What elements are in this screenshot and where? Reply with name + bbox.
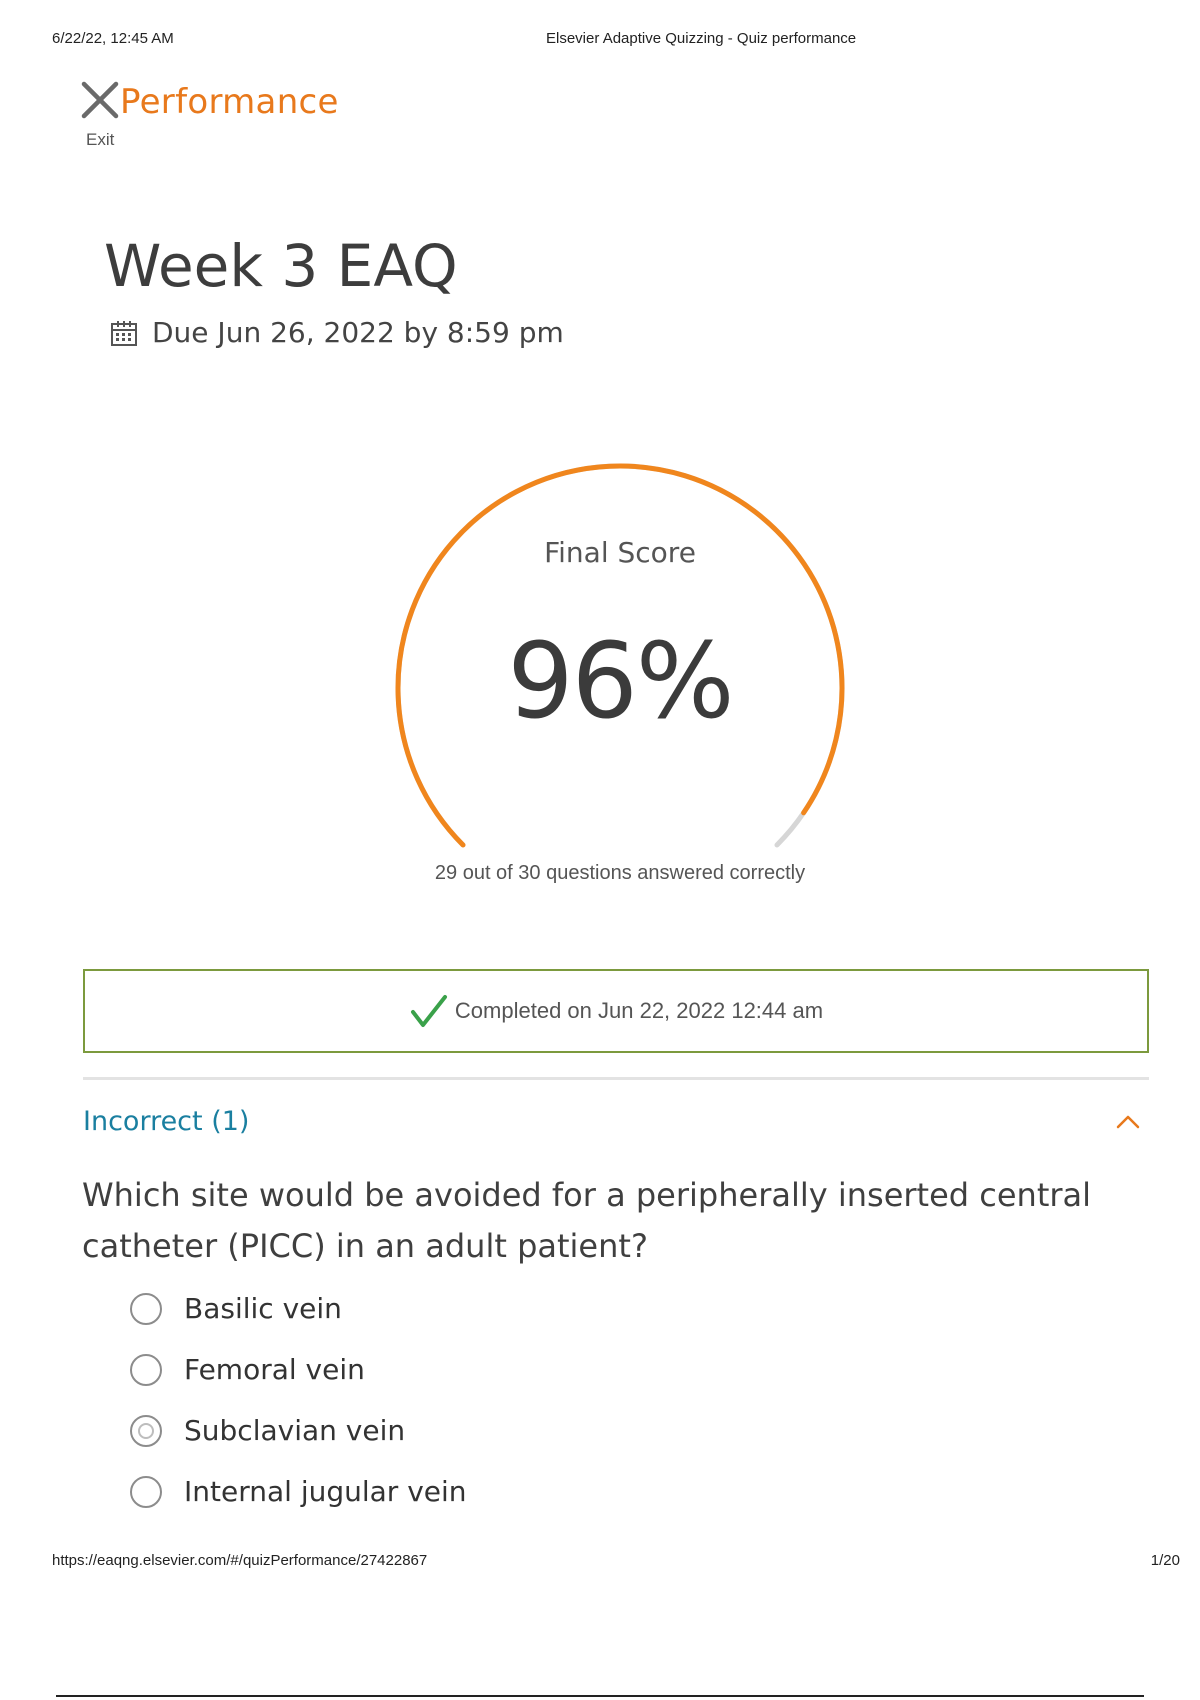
quiz-title: Week 3 EAQ <box>104 232 458 300</box>
score-gauge: Final Score 96% 29 out of 30 questions a… <box>380 460 860 900</box>
exit-button[interactable]: Exit <box>80 80 124 152</box>
exit-label: Exit <box>86 130 115 149</box>
score-value: 96% <box>507 620 734 742</box>
answer-option-label: Subclavian vein <box>184 1414 406 1447</box>
print-header-datetime: 6/22/22, 12:45 AM <box>52 30 174 47</box>
due-date-text: Due Jun 26, 2022 by 8:59 pm <box>152 316 564 349</box>
answer-option[interactable]: Femoral vein <box>130 1339 467 1400</box>
question-text: Which site would be avoided for a periph… <box>82 1176 1092 1265</box>
score-label: Final Score <box>544 536 696 569</box>
chevron-up-icon <box>1116 1115 1140 1129</box>
answer-option[interactable]: Basilic vein <box>130 1278 467 1339</box>
answer-option[interactable]: Subclavian vein <box>130 1400 467 1461</box>
incorrect-section-toggle[interactable]: Incorrect (1) <box>83 1098 1149 1150</box>
print-footer-page-number: 1/20 <box>1150 1552 1180 1569</box>
bottom-rule <box>56 1695 1144 1697</box>
answer-option-label: Internal jugular vein <box>184 1475 467 1508</box>
radio-button[interactable] <box>130 1353 162 1386</box>
radio-button[interactable] <box>130 1475 162 1508</box>
page-title: Performance <box>120 82 339 122</box>
answer-option-label: Basilic vein <box>184 1292 342 1325</box>
due-date-row: Due Jun 26, 2022 by 8:59 pm <box>110 316 564 349</box>
close-icon <box>81 81 119 119</box>
check-icon <box>410 995 447 1027</box>
section-title: Incorrect (1) <box>83 1106 250 1137</box>
completed-banner: Completed on Jun 22, 2022 12:44 am <box>83 969 1149 1053</box>
answer-options: Basilic vein Femoral vein Subclavian vei… <box>130 1278 467 1522</box>
radio-button[interactable] <box>130 1292 162 1325</box>
print-footer-url: https://eaqng.elsevier.com/#/quizPerform… <box>52 1552 428 1569</box>
radio-button-selected[interactable] <box>130 1414 162 1447</box>
answer-option-label: Femoral vein <box>184 1353 365 1386</box>
answer-option[interactable]: Internal jugular vein <box>130 1461 467 1522</box>
calendar-icon <box>111 320 137 346</box>
completed-text: Completed on Jun 22, 2022 12:44 am <box>454 998 824 1023</box>
print-header-page-title: Elsevier Adaptive Quizzing - Quiz perfor… <box>546 30 857 47</box>
score-summary: 29 out of 30 questions answered correctl… <box>434 862 806 884</box>
divider <box>83 1077 1149 1080</box>
